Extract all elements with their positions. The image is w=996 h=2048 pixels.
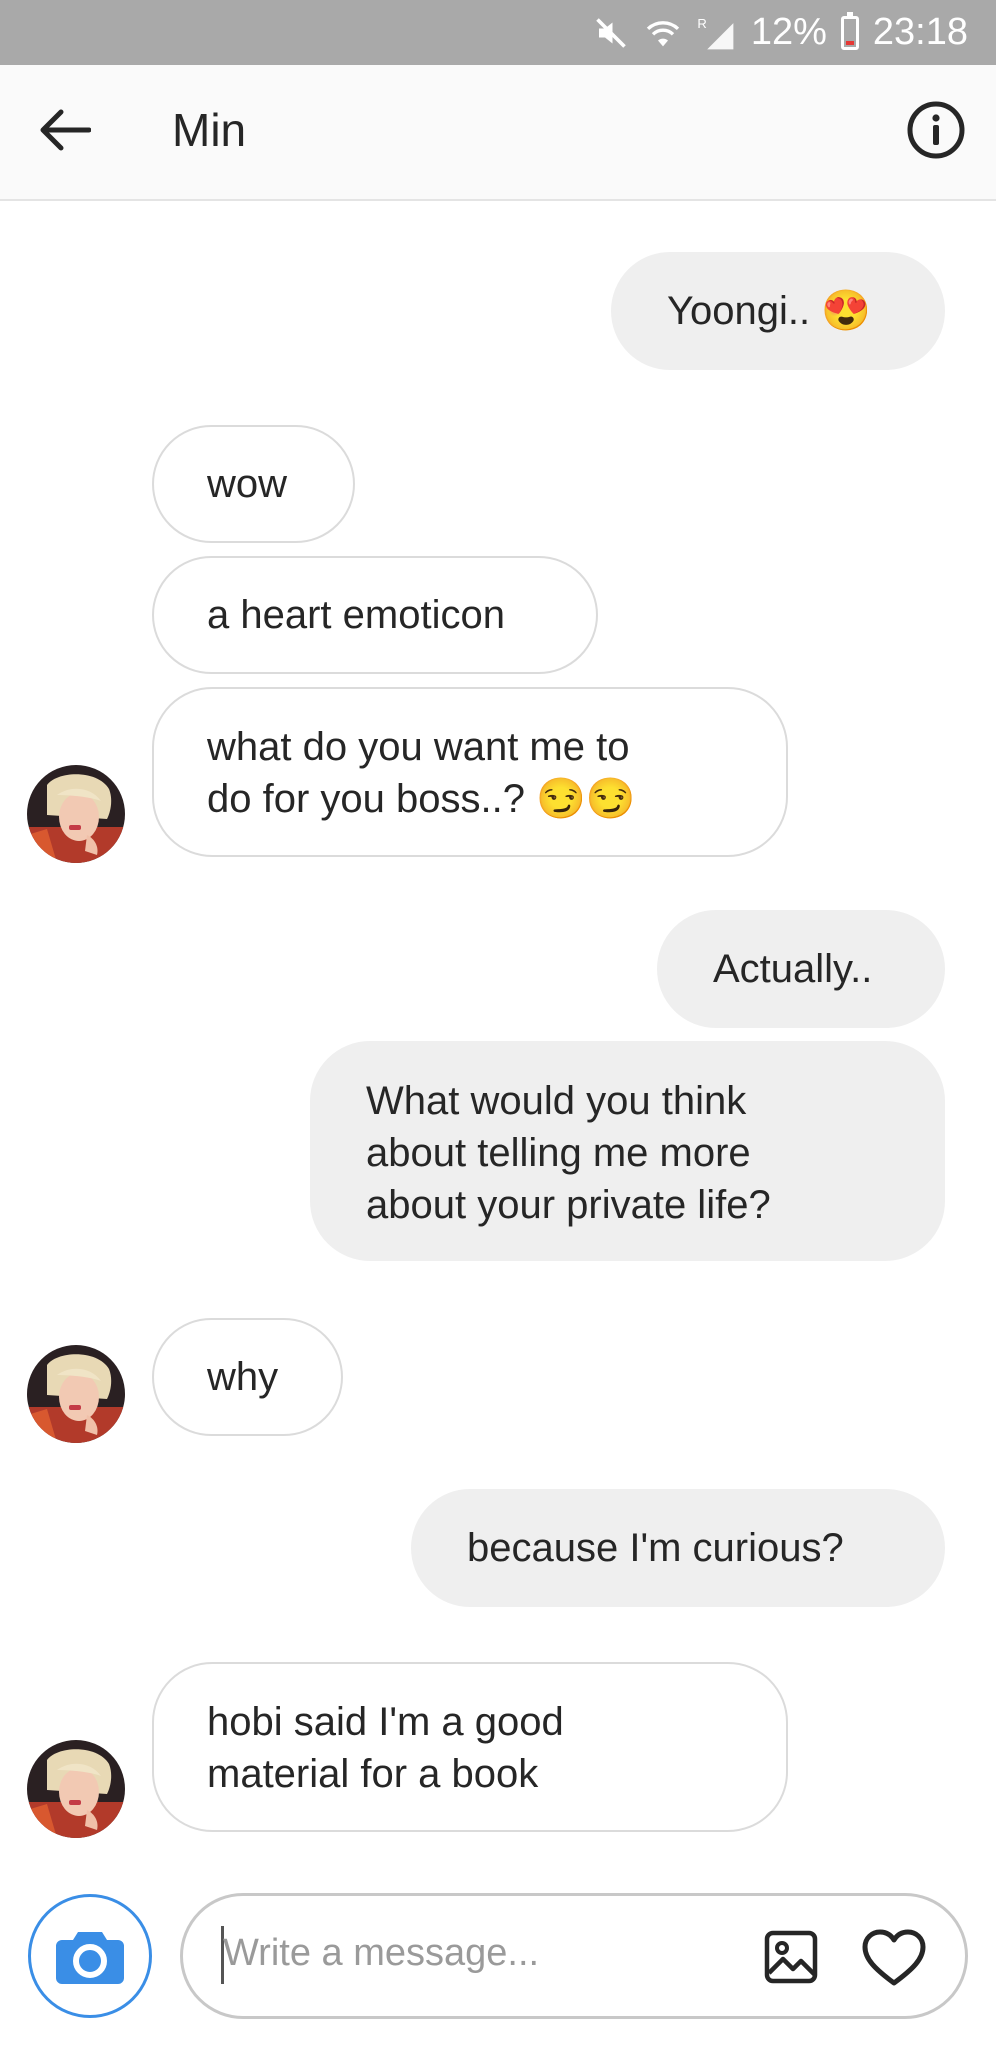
- message-text-line: material for a book: [207, 1752, 539, 1796]
- avatar[interactable]: [27, 1345, 125, 1443]
- message-input-placeholder: Write a message...: [223, 1932, 540, 1974]
- message-bubble-outgoing[interactable]: Yoongi.. 😍: [611, 252, 945, 370]
- gallery-button[interactable]: [763, 1929, 819, 1990]
- message-text: wow: [207, 462, 288, 506]
- info-button[interactable]: [906, 100, 966, 160]
- message-text-line: about telling me more: [366, 1131, 751, 1175]
- profile-photo: [27, 1345, 125, 1443]
- message-text-line: hobi said I'm a good: [207, 1700, 564, 1744]
- message-text: Yoongi.. 😍: [667, 289, 872, 333]
- message-text: because I'm curious?: [467, 1526, 844, 1570]
- profile-photo: [27, 1740, 125, 1838]
- message-text: Actually..: [713, 947, 873, 991]
- wifi-icon: [643, 16, 683, 50]
- info-icon: [907, 101, 965, 159]
- message-text-line: What would you think: [366, 1079, 747, 1123]
- clock: 23:18: [872, 11, 968, 53]
- battery-percent: 12%: [750, 11, 827, 53]
- message-input[interactable]: Write a message...: [180, 1893, 968, 2019]
- like-button[interactable]: [861, 1929, 927, 1992]
- profile-photo: [27, 765, 125, 863]
- message-text-line: what do you want me to: [207, 725, 630, 769]
- message-bubble-outgoing[interactable]: because I'm curious?: [411, 1489, 945, 1607]
- message-bubble-outgoing[interactable]: What would you think about telling me mo…: [310, 1041, 945, 1261]
- message-text: why: [207, 1355, 279, 1399]
- message-text: a heart emoticon: [207, 593, 505, 637]
- avatar[interactable]: [27, 1740, 125, 1838]
- message-bubble-incoming[interactable]: hobi said I'm a good material for a book: [152, 1662, 788, 1832]
- back-button[interactable]: [36, 101, 94, 159]
- message-text-line: do for you boss..? 😏😏: [207, 777, 636, 821]
- camera-button[interactable]: [28, 1894, 152, 2018]
- conversation-title[interactable]: Min: [172, 103, 246, 157]
- status-bar: R 12% 23:18: [0, 0, 996, 65]
- message-bubble-incoming[interactable]: a heart emoticon: [152, 556, 598, 674]
- message-bubble-incoming[interactable]: what do you want me to do for you boss..…: [152, 687, 788, 857]
- network-tag: R: [697, 16, 706, 31]
- battery-icon: [840, 11, 859, 50]
- avatar[interactable]: [27, 765, 125, 863]
- signal-icon: R: [697, 15, 737, 51]
- message-bubble-outgoing[interactable]: Actually..: [657, 910, 945, 1028]
- gallery-icon: [764, 1930, 818, 1984]
- mute-icon: [593, 15, 629, 51]
- arrow-left-icon: [40, 109, 91, 151]
- camera-icon: [56, 1932, 124, 1984]
- message-bubble-incoming[interactable]: wow: [152, 425, 355, 543]
- chat-header: Min: [0, 65, 996, 201]
- message-bubble-incoming[interactable]: why: [152, 1318, 343, 1436]
- heart-icon: [862, 1929, 926, 1986]
- message-text-line: about your private life?: [366, 1183, 771, 1227]
